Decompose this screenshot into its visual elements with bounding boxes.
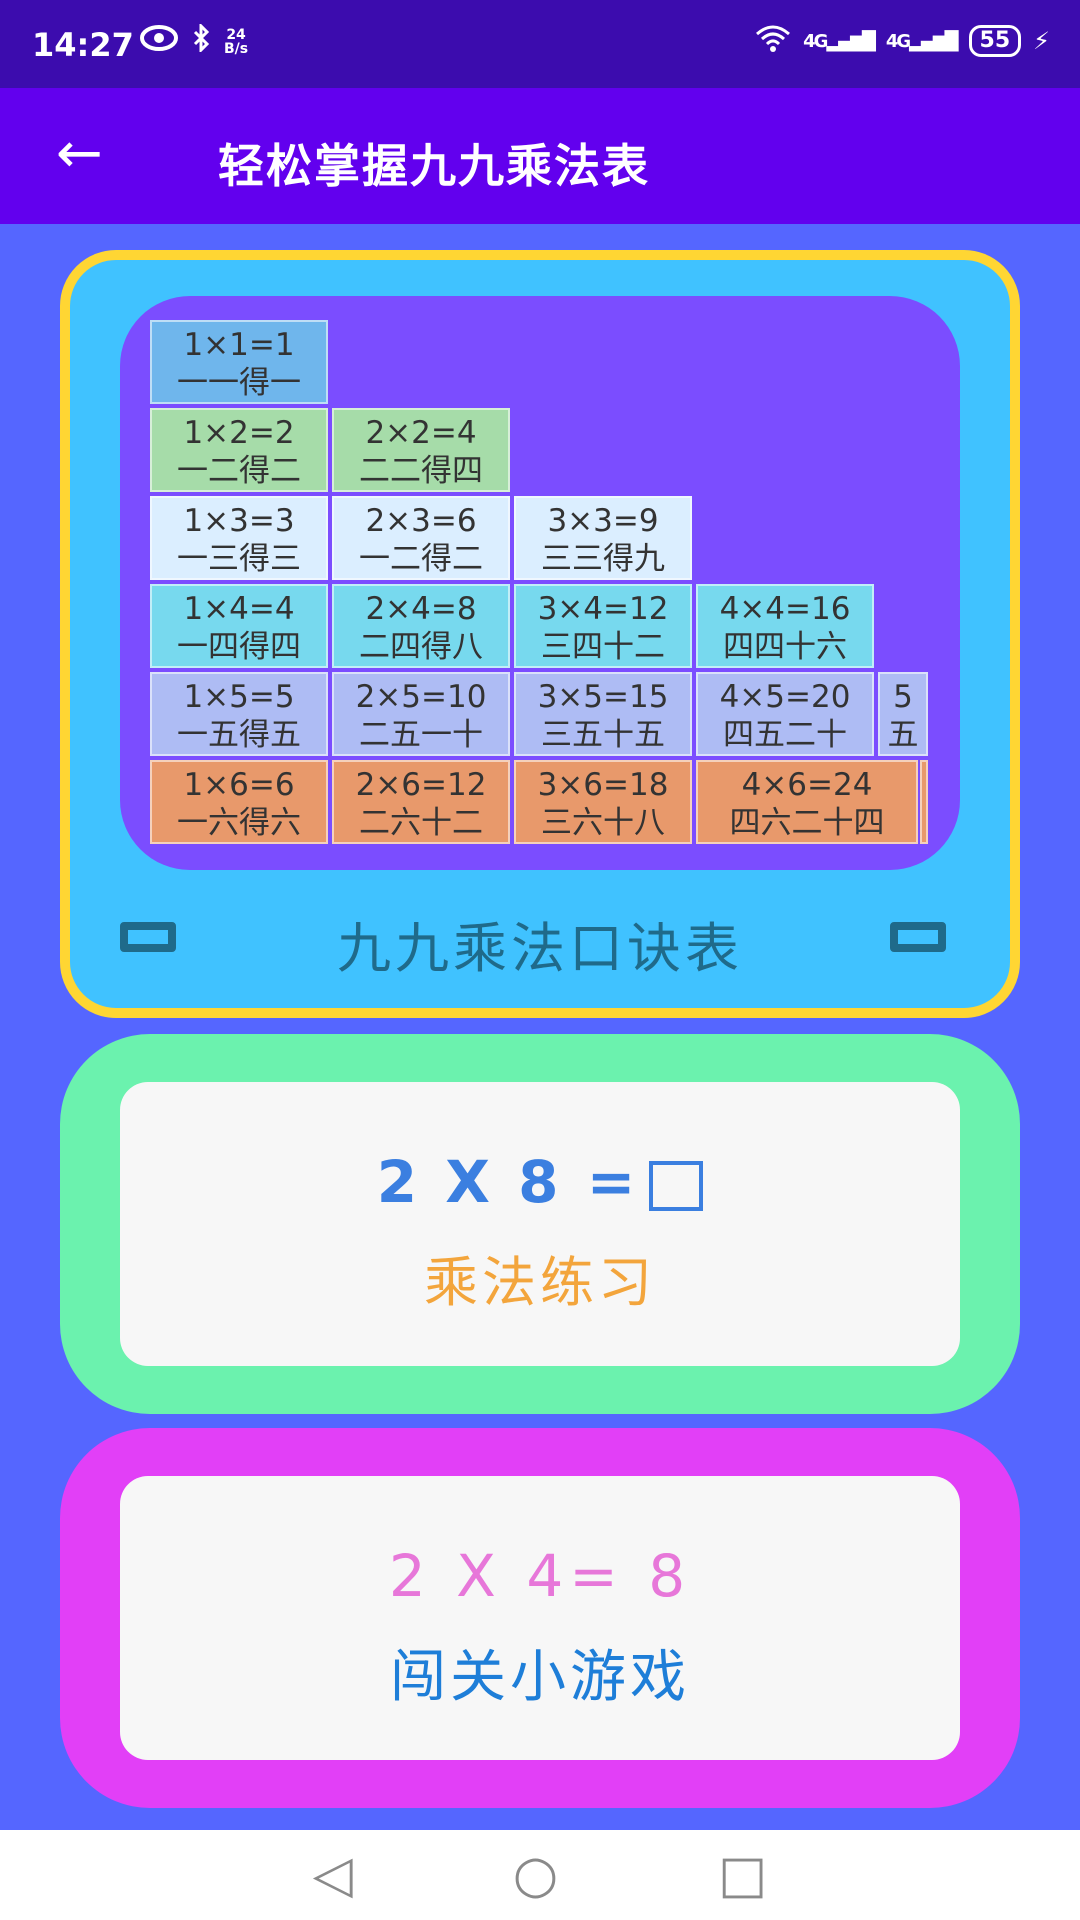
battery-icon: 55 xyxy=(968,25,1022,57)
network-speed: 24 B/s xyxy=(224,28,248,56)
bluetooth-icon xyxy=(192,22,210,59)
table-cell: 1×1=1 一一得一 xyxy=(150,320,328,404)
status-left-icons: 24 B/s xyxy=(130,22,248,59)
charging-icon: ⚡ xyxy=(1033,27,1050,55)
table-cell: 3×3=9 三三得九 xyxy=(514,496,692,580)
speed-value: 24 xyxy=(226,26,246,43)
tv-foot-right-icon xyxy=(890,922,946,952)
multiplication-table-card[interactable]: 1×1=1 一一得一 1×2=2 一二得二 2×2=4 二二得四 1×3=3 一三得三 … xyxy=(60,250,1020,1018)
practice-equation-text: 2 X 8 = xyxy=(376,1148,640,1216)
navigation-bar: ◁ ○ □ xyxy=(0,1830,1080,1920)
table-cell: 3×5=15 三五十五 xyxy=(514,672,692,756)
game-equation: 2 X 4= 8 xyxy=(388,1542,692,1610)
practice-card[interactable]: 2 X 8 = 乘法练习 xyxy=(60,1034,1020,1414)
game-card-inner[interactable]: 2 X 4= 8 闯关小游戏 xyxy=(120,1476,960,1760)
game-label: 闯关小游戏 xyxy=(390,1645,690,1710)
table-cell: 1×3=3 一三得三 xyxy=(150,496,328,580)
multiplication-table-title: 九九乘法口诀表 xyxy=(337,917,743,980)
nav-home-icon[interactable]: ○ xyxy=(513,1845,558,1905)
table-cell: 4×4=16 四四十六 xyxy=(696,584,874,668)
network-type-1: 4G xyxy=(803,30,828,52)
table-cell: 4×5=20 四五二十 xyxy=(696,672,874,756)
multiplication-table: 1×1=1 一一得一 1×2=2 一二得二 2×2=4 二二得四 1×3=3 一三得三 … xyxy=(120,296,960,870)
status-right-icons: 4G▂▄▆█ 4G▂▄▆█ 55 ⚡ xyxy=(755,24,1050,58)
table-cell: 3×4=12 三四十二 xyxy=(514,584,692,668)
table-cell: 3×6=18 三六十八 xyxy=(514,760,692,844)
page-title: 轻松掌握九九乘法表 xyxy=(218,139,650,193)
app-bar: ← 轻松掌握九九乘法表 xyxy=(0,88,1080,224)
practice-label: 乘法练习 xyxy=(424,1251,656,1314)
nav-back-icon[interactable]: ◁ xyxy=(313,1845,353,1905)
practice-card-inner[interactable]: 2 X 8 = 乘法练习 xyxy=(120,1082,960,1366)
table-cell: 2×3=6 一二得二 xyxy=(332,496,510,580)
answer-box-icon xyxy=(649,1160,704,1211)
signal-icon-2: 4G▂▄▆█ xyxy=(885,30,959,52)
table-cell-partial xyxy=(920,760,928,844)
game-card[interactable]: 2 X 4= 8 闯关小游戏 xyxy=(60,1428,1020,1808)
table-cell: 2×6=12 二六十二 xyxy=(332,760,510,844)
back-arrow-icon[interactable]: ← xyxy=(56,116,103,192)
table-cell: 1×4=4 一四得四 xyxy=(150,584,328,668)
eye-icon xyxy=(140,25,178,58)
table-cell: 5五 xyxy=(878,672,928,756)
table-cell: 2×5=10 二五一十 xyxy=(332,672,510,756)
network-type-2: 4G xyxy=(885,30,911,52)
status-bar: 14:27 24 B/s 4G▂▄▆█ 4G▂▄▆█ 55 ⚡ xyxy=(0,0,1080,88)
signal-icon-1: 4G▂▄▆█ xyxy=(803,30,876,52)
nav-recents-icon[interactable]: □ xyxy=(718,1845,767,1905)
table-cell: 1×2=2 一二得二 xyxy=(150,408,328,492)
table-cell: 1×5=5 一五得五 xyxy=(150,672,328,756)
table-cell: 1×6=6 一六得六 xyxy=(150,760,328,844)
speed-unit: B/s xyxy=(224,40,249,57)
table-cell: 4×6=24 四六二十四 xyxy=(696,760,918,844)
practice-equation: 2 X 8 = xyxy=(120,1148,960,1216)
wifi-icon xyxy=(755,24,791,58)
table-cell: 2×2=4 二二得四 xyxy=(332,408,510,492)
status-time: 14:27 xyxy=(32,26,134,64)
table-cell: 2×4=8 二四得八 xyxy=(332,584,510,668)
